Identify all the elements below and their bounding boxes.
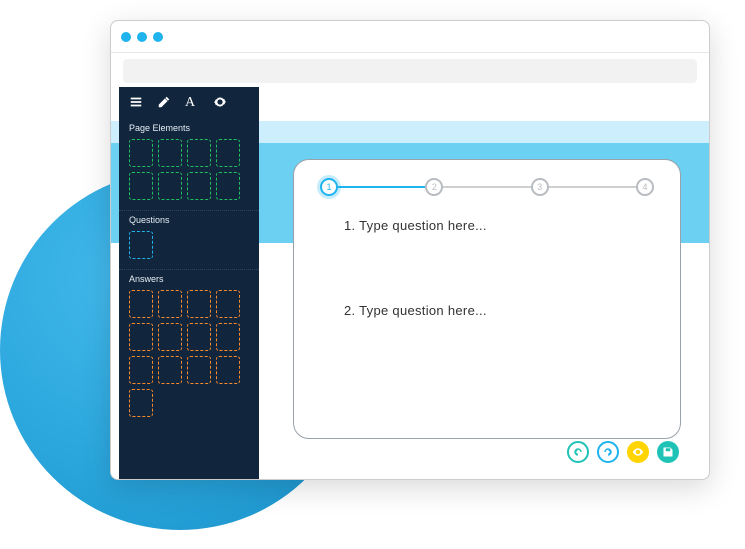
page-card: 1 2 3 4 1. Type question here... 2. Type…: [293, 159, 681, 439]
page-elements-grid: [129, 139, 249, 200]
section-title: Page Elements: [129, 123, 249, 133]
answer-tile[interactable]: [158, 356, 182, 384]
answer-tile[interactable]: [216, 323, 240, 351]
address-bar[interactable]: [123, 59, 697, 83]
answers-grid: [129, 290, 249, 417]
page-element-tile[interactable]: [216, 139, 240, 167]
answer-tile[interactable]: [129, 290, 153, 318]
answer-tile[interactable]: [187, 290, 211, 318]
answer-tile[interactable]: [187, 323, 211, 351]
list-icon[interactable]: [129, 95, 143, 111]
answer-tile[interactable]: [158, 323, 182, 351]
page-element-tile[interactable]: [158, 139, 182, 167]
action-bar: [567, 441, 679, 463]
step-connector: [338, 186, 425, 188]
answer-tile[interactable]: [216, 290, 240, 318]
question-input-2[interactable]: 2. Type question here...: [344, 303, 654, 318]
preview-button[interactable]: [627, 441, 649, 463]
app-canvas: A Page Elements: [111, 87, 709, 479]
page-element-tile[interactable]: [129, 139, 153, 167]
sidebar-section-page-elements: Page Elements: [119, 119, 259, 211]
answer-tile[interactable]: [129, 356, 153, 384]
step-3[interactable]: 3: [531, 178, 549, 196]
browser-window: A Page Elements: [110, 20, 710, 480]
step-1[interactable]: 1: [320, 178, 338, 196]
page-element-tile[interactable]: [187, 172, 211, 200]
font-icon[interactable]: A: [185, 96, 199, 110]
sidebar: A Page Elements: [119, 87, 259, 479]
sidebar-section-answers: Answers: [119, 270, 259, 427]
answer-tile[interactable]: [216, 356, 240, 384]
redo-button[interactable]: [597, 441, 619, 463]
step-connector: [443, 186, 530, 188]
answer-tile[interactable]: [187, 356, 211, 384]
save-button[interactable]: [657, 441, 679, 463]
page-element-tile[interactable]: [216, 172, 240, 200]
stepper: 1 2 3 4: [320, 178, 654, 196]
page-element-tile[interactable]: [187, 139, 211, 167]
window-dot: [153, 32, 163, 42]
sidebar-tabs: A: [119, 87, 259, 119]
step-connector: [549, 186, 636, 188]
section-title: Questions: [129, 215, 249, 225]
question-input-1[interactable]: 1. Type question here...: [344, 218, 654, 233]
gear-icon[interactable]: [213, 95, 227, 111]
question-tile[interactable]: [129, 231, 153, 259]
edit-icon[interactable]: [157, 95, 171, 111]
window-dot: [137, 32, 147, 42]
page-element-tile[interactable]: [158, 172, 182, 200]
step-4[interactable]: 4: [636, 178, 654, 196]
questions-grid: [129, 231, 249, 259]
answer-tile[interactable]: [129, 323, 153, 351]
sidebar-section-questions: Questions: [119, 211, 259, 270]
undo-button[interactable]: [567, 441, 589, 463]
page-element-tile[interactable]: [129, 172, 153, 200]
window-titlebar: [111, 21, 709, 53]
window-dot: [121, 32, 131, 42]
section-title: Answers: [129, 274, 249, 284]
answer-tile[interactable]: [158, 290, 182, 318]
step-2[interactable]: 2: [425, 178, 443, 196]
answer-tile[interactable]: [129, 389, 153, 417]
